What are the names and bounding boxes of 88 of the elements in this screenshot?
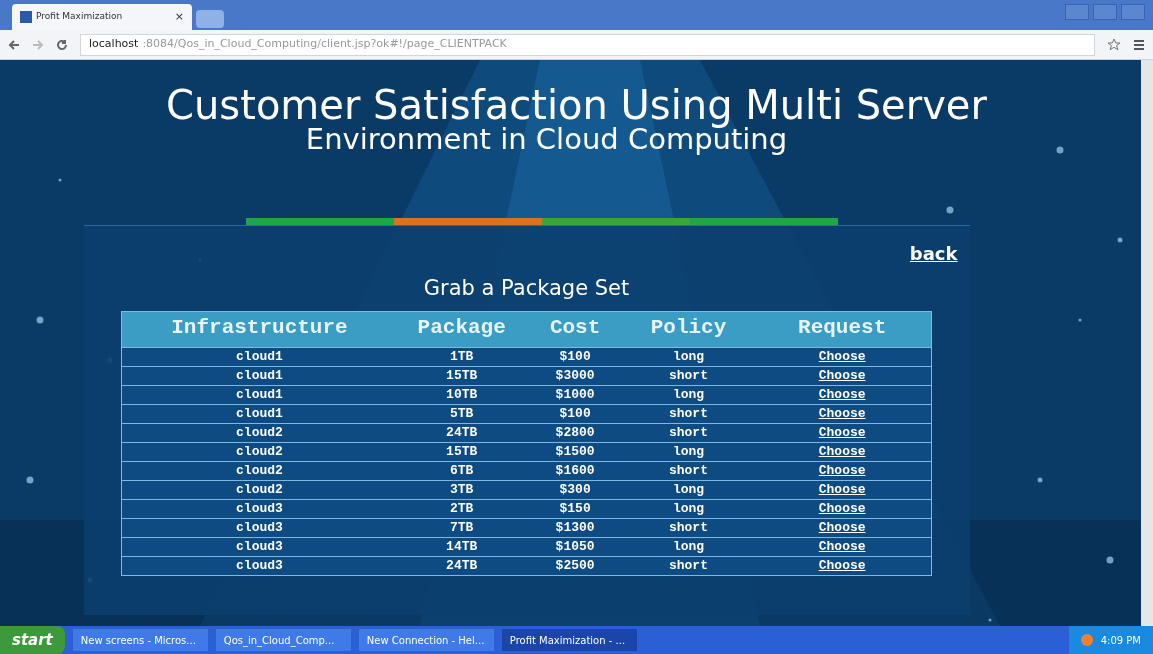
table-cell: $3000: [555, 368, 595, 383]
table-cell: 15TB: [446, 444, 478, 459]
table-cell: 24TB: [446, 558, 478, 573]
table-cell: 3TB: [450, 482, 474, 497]
table-cell: cloud3: [236, 539, 283, 554]
taskbar-button[interactable]: New screens - Micros...: [72, 629, 208, 651]
clock: 4:09 PM: [1100, 633, 1141, 648]
table-cell: $100: [559, 406, 591, 421]
choose-link[interactable]: Choose: [818, 463, 866, 478]
back-arrow-icon[interactable]: [8, 38, 20, 51]
table-cell: $1500: [555, 444, 595, 459]
table-cell: $1600: [555, 463, 595, 478]
column-header: Package: [396, 311, 527, 347]
choose-link[interactable]: Choose: [818, 558, 866, 573]
table-cell: long: [672, 349, 705, 364]
table-cell: short: [668, 558, 708, 573]
address-field[interactable]: localhost :8084/Qos_in_Cloud_Computing/client.jsp?ok#!/page_CLIENTPACK: [80, 33, 1095, 56]
table-cell: cloud2: [236, 463, 283, 478]
table-cell: cloud3: [236, 558, 283, 573]
table-cell: short: [668, 425, 708, 440]
menu-icon[interactable]: [1133, 38, 1145, 51]
table-cell: cloud2: [236, 425, 283, 440]
table-cell: 24TB: [446, 425, 478, 440]
table-cell: cloud1: [236, 368, 283, 383]
table-cell: long: [672, 501, 705, 516]
table-cell: $1000: [555, 387, 595, 402]
table-cell: $300: [559, 482, 591, 497]
table-cell: $150: [559, 501, 591, 516]
table-cell: short: [668, 406, 708, 421]
panel-heading: Grab a Package Set: [423, 275, 630, 302]
maximize-button[interactable]: [1093, 4, 1117, 20]
forward-arrow-icon[interactable]: [32, 38, 44, 51]
table-cell: 2TB: [450, 501, 474, 516]
taskbar-button[interactable]: Profit Maximization - ...: [501, 629, 637, 651]
table-cell: cloud3: [236, 520, 283, 535]
table-cell: short: [668, 520, 708, 535]
table-cell: 5TB: [450, 406, 474, 421]
choose-link[interactable]: Choose: [818, 520, 866, 535]
close-button[interactable]: [1121, 4, 1145, 20]
table-cell: 7TB: [450, 520, 474, 535]
choose-link[interactable]: Choose: [818, 368, 866, 383]
table-cell: cloud1: [236, 349, 283, 364]
table-cell: 1TB: [450, 349, 474, 364]
back-link[interactable]: back: [909, 243, 958, 264]
taskbar-button[interactable]: Qos_in_Cloud_Comp...: [215, 629, 351, 651]
table-cell: 15TB: [446, 368, 478, 383]
column-header: Request: [753, 311, 932, 347]
table-cell: 6TB: [450, 463, 474, 478]
browser-tab[interactable]: Profit Maximization ×: [12, 4, 192, 30]
choose-link[interactable]: Choose: [818, 406, 866, 421]
taskbar-button[interactable]: New Connection - Hel...: [358, 629, 494, 651]
table-cell: long: [672, 482, 705, 497]
table-cell: $2800: [555, 425, 595, 440]
table-cell: cloud2: [236, 482, 283, 497]
table-cell: 10TB: [446, 387, 478, 402]
choose-link[interactable]: Choose: [818, 501, 866, 516]
table-cell: long: [672, 444, 705, 459]
close-icon[interactable]: ×: [174, 8, 184, 26]
table-cell: short: [668, 463, 708, 478]
reload-icon[interactable]: [56, 38, 68, 51]
choose-link[interactable]: Choose: [818, 539, 866, 554]
table-cell: $1050: [555, 539, 595, 554]
table-cell: $2500: [555, 558, 595, 573]
table-cell: long: [672, 539, 705, 554]
tab-title: Profit Maximization: [36, 10, 124, 24]
table-cell: 14TB: [446, 539, 478, 554]
table-cell: $100: [559, 349, 591, 364]
column-header: Cost: [526, 311, 624, 347]
table-cell: cloud1: [236, 387, 283, 402]
star-icon[interactable]: [1107, 37, 1121, 52]
table-cell: short: [668, 368, 708, 383]
table-cell: cloud2: [236, 444, 283, 459]
choose-link[interactable]: Choose: [818, 387, 866, 402]
start-button[interactable]: start: [0, 626, 65, 654]
table-cell: cloud3: [236, 501, 283, 516]
column-header: Infrastructure: [121, 311, 397, 347]
page-icon: [20, 11, 32, 23]
choose-link[interactable]: Choose: [818, 482, 866, 497]
minimize-button[interactable]: [1065, 4, 1089, 20]
choose-link[interactable]: Choose: [818, 425, 866, 440]
table-cell: cloud1: [236, 406, 283, 421]
choose-link[interactable]: Choose: [818, 349, 866, 364]
table-cell: $1300: [555, 520, 595, 535]
column-header: Policy: [623, 311, 754, 347]
table-cell: long: [672, 387, 705, 402]
tray-icon[interactable]: [1080, 634, 1093, 646]
new-tab-button[interactable]: [196, 10, 224, 28]
choose-link[interactable]: Choose: [818, 444, 866, 459]
